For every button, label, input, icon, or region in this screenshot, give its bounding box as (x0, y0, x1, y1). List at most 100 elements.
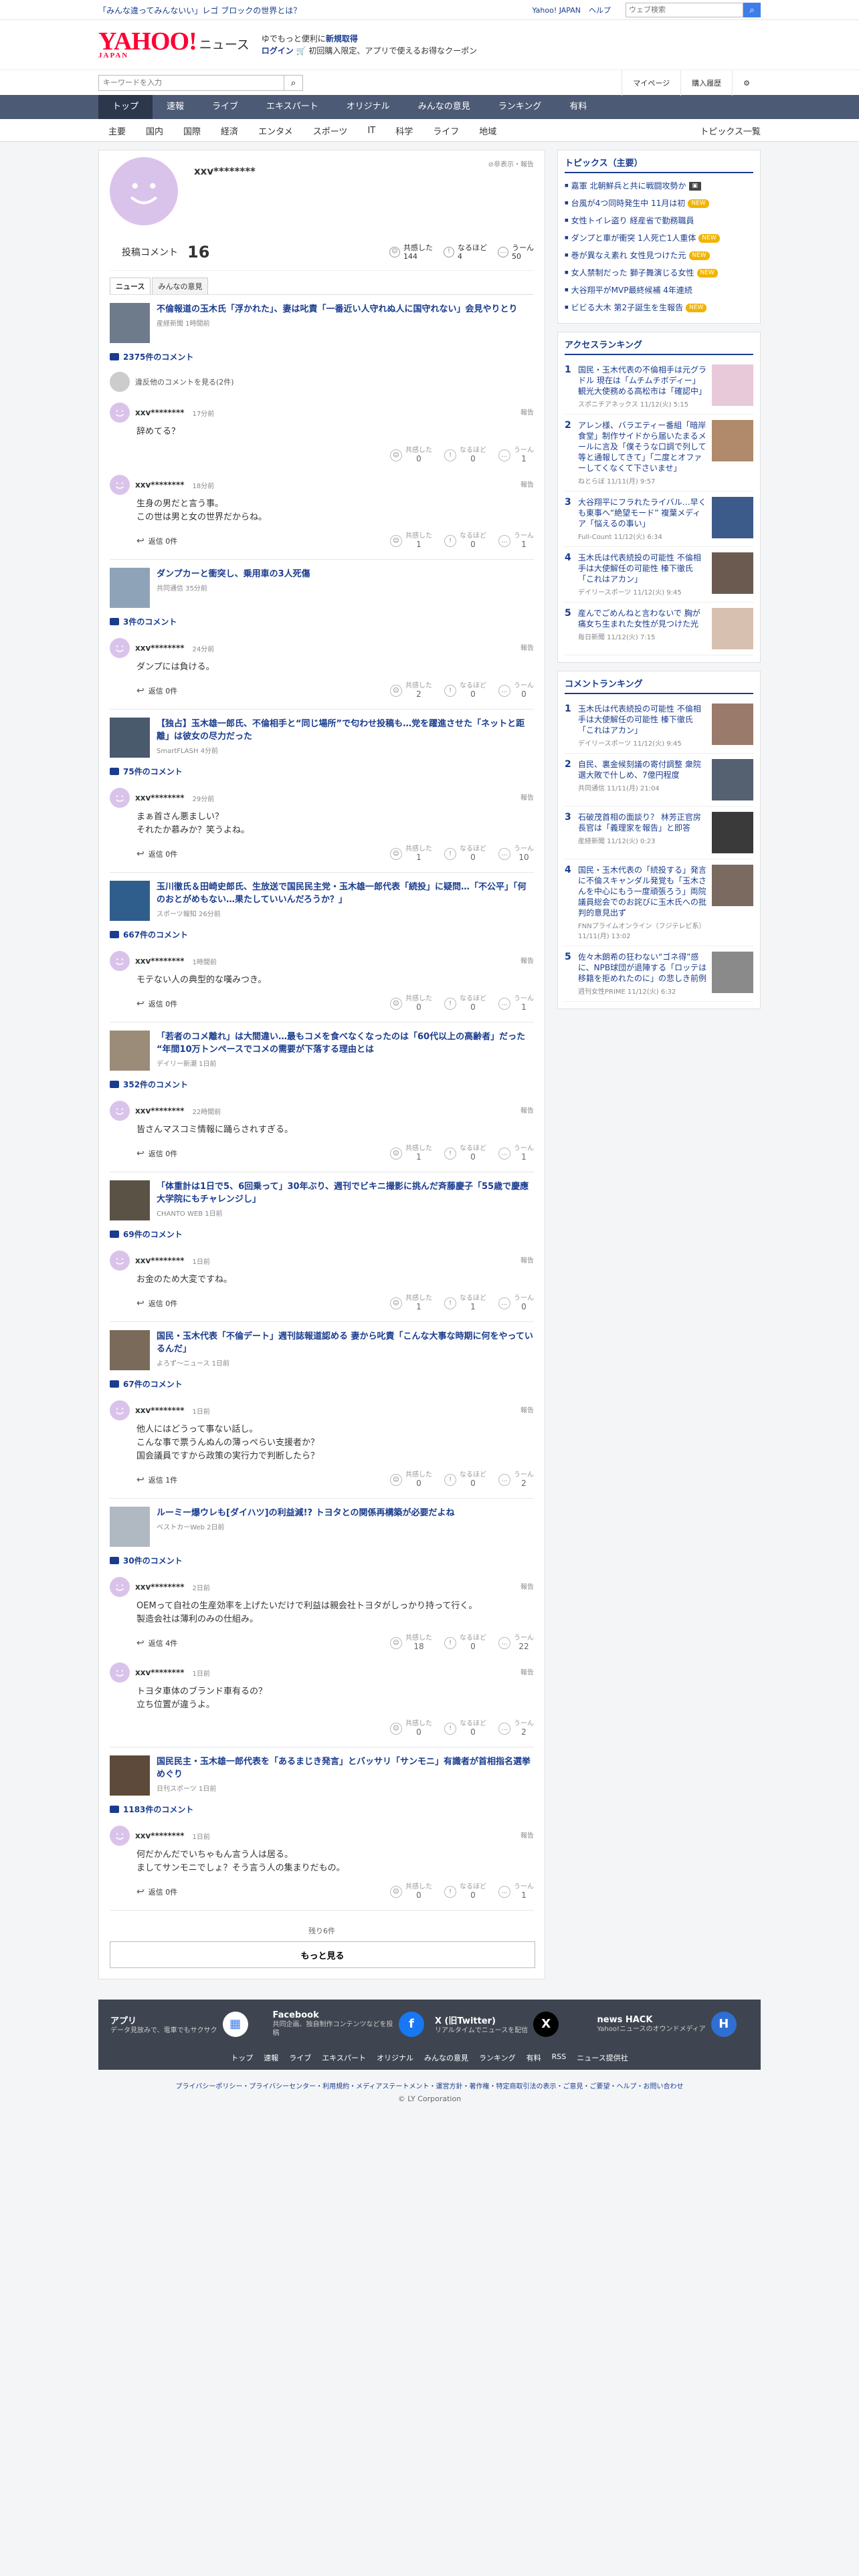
report-link[interactable]: 報告 (520, 1830, 534, 1840)
hmm-button[interactable]: … うーん 0 (498, 682, 534, 700)
replies-link[interactable]: ↩ 返信 0件 (136, 998, 177, 1009)
article-title[interactable]: 国民民主・玉木雄一郎代表を「あるまじき発言」とバッサリ「サンモニ」有識者が首相指… (157, 1757, 531, 1780)
empathy-button[interactable]: ☺ 共感した 1 (390, 1295, 432, 1312)
footer-nav-link[interactable]: オリジナル (377, 2052, 413, 2063)
ranking-item[interactable]: 4 玉木氏は代表続投の可能性 不倫相手は大使解任の可能性 榛下徹氏「これはアカン」… (565, 547, 753, 603)
topic-link[interactable]: 大谷翔平がMVP最終候補 4年連続 (565, 282, 753, 299)
replies-link[interactable]: ↩ 返信 0件 (136, 1887, 177, 1897)
purchase-history-link[interactable]: 購入履歴 (680, 70, 732, 96)
replies-link[interactable]: ↩ 返信 0件 (136, 849, 177, 859)
comment-count-link[interactable]: 352件のコメント (110, 1079, 534, 1090)
naruhodo-button[interactable]: ! なるほど 0 (444, 1471, 486, 1489)
ranking-item[interactable]: 2 アレン様、バラエティー番組「暗岸食堂」制作サイドから届いたまるメールに言及「僕… (565, 415, 753, 492)
ranking-item[interactable]: 1 玉木氏は代表続投の可能性 不倫相手は大使解任の可能性 榛下徹氏「これはアカン」… (565, 698, 753, 754)
hmm-button[interactable]: … うーん 1 (498, 1145, 534, 1162)
report-link[interactable]: 報告 (520, 1255, 534, 1265)
login-link[interactable]: ログイン (262, 46, 294, 56)
footer-nav-link[interactable]: ライブ (289, 2052, 311, 2063)
web-search-input[interactable] (626, 3, 743, 17)
naruhodo-button[interactable]: ! なるほど 0 (444, 1634, 486, 1652)
article-title[interactable]: 玉川徹氏＆田崎史郎氏、生放送で国民民主党・玉木雄一郎代表「続投」に疑問…「不公平… (157, 882, 527, 905)
nav-tab[interactable]: 有料 (555, 95, 601, 119)
article-thumbnail[interactable] (110, 1180, 150, 1220)
hmm-button[interactable]: … うーん 0 (498, 1295, 534, 1312)
footer-app-link[interactable]: アプリ データ見放みで、電車でもサクサク ▦ (110, 2010, 262, 2038)
ranking-item[interactable]: 3 石破茂首相の面談り？ 林芳正官房長官は「義理家を報告」と即答 産経新聞 11/1… (565, 807, 753, 859)
subnav-tab[interactable]: エンタメ (248, 124, 303, 137)
subnav-tab[interactable]: ライフ (423, 124, 469, 137)
keyword-search-button[interactable]: ⌕ (284, 75, 303, 91)
replies-link[interactable]: ↩ 返信 0件 (136, 685, 177, 696)
subnav-tab[interactable]: 主要 (98, 124, 136, 137)
avatar[interactable] (110, 403, 130, 423)
avatar[interactable] (110, 1826, 130, 1846)
article-thumbnail[interactable] (110, 881, 150, 921)
empathy-button[interactable]: ☺ 共感した 1 (390, 532, 432, 550)
empathy-button[interactable]: ☺ 共感した 2 (390, 682, 432, 700)
comment-count-link[interactable]: 2375件のコメント (110, 351, 534, 362)
comment-count-link[interactable]: 3件のコメント (110, 616, 534, 627)
hidden-comments-link[interactable]: 違反他のコメントを見る(2件) (110, 372, 534, 392)
comment-author[interactable]: xxv******** (135, 1106, 185, 1115)
topics-list-link[interactable]: トピックス一覧 (700, 124, 761, 137)
nav-tab[interactable]: エキスパート (252, 95, 332, 119)
article-title[interactable]: 「若者のコメ離れ」は大間違い…最もコメを食べなくなったのは「60代以上の高齢者」… (157, 1032, 525, 1055)
nav-tab[interactable]: トップ (98, 95, 153, 119)
topic-link[interactable]: 巻が異なえ素れ 女性見つけた元NEW (565, 247, 753, 264)
comment-author[interactable]: xxv******** (135, 1256, 185, 1265)
report-link[interactable]: 報告 (520, 407, 534, 417)
report-link[interactable]: 報告 (520, 1404, 534, 1414)
empathy-button[interactable]: ☺ 共感した 18 (390, 1634, 432, 1652)
report-link[interactable]: 報告 (520, 1581, 534, 1591)
footer-nav-link[interactable]: トップ (231, 2052, 253, 2063)
subnav-tab[interactable]: 経済 (211, 124, 248, 137)
comment-author[interactable]: xxv******** (135, 1582, 185, 1592)
replies-link[interactable]: ↩ 返信 0件 (136, 1148, 177, 1159)
hmm-button[interactable]: … うーん 1 (498, 447, 534, 464)
footer-x-link[interactable]: X (旧Twitter) リアルタイムでニュースを配信 X (435, 2010, 587, 2038)
subnav-tab[interactable]: 国内 (136, 124, 173, 137)
comment-author[interactable]: xxv******** (135, 956, 185, 966)
ranking-item[interactable]: 5 産んでごめんねと言わないで 胸が痛女ち生まれた女性が見つけた光 毎日新聞 11/… (565, 603, 753, 655)
naruhodo-button[interactable]: ! なるほど 0 (444, 995, 486, 1012)
report-link[interactable]: 報告 (520, 792, 534, 802)
hmm-button[interactable]: … うーん 22 (498, 1634, 534, 1652)
comment-author[interactable]: xxv******** (135, 1831, 185, 1840)
comment-author[interactable]: xxv******** (135, 643, 185, 653)
avatar[interactable] (110, 638, 130, 658)
comment-author[interactable]: xxv******** (135, 480, 185, 490)
footer-nav-link[interactable]: RSS (552, 2052, 567, 2063)
keyword-search-input[interactable] (98, 75, 284, 91)
report-link[interactable]: 報告 (520, 1667, 534, 1677)
report-link[interactable]: 報告 (520, 955, 534, 965)
avatar[interactable] (110, 1662, 130, 1683)
avatar[interactable] (110, 475, 130, 495)
comment-author[interactable]: xxv******** (135, 1668, 185, 1677)
footer-nav-link[interactable]: エキスパート (322, 2052, 366, 2063)
naruhodo-button[interactable]: ! なるほど 0 (444, 532, 486, 550)
subnav-tab[interactable]: スポーツ (303, 124, 358, 137)
comment-author[interactable]: xxv******** (135, 793, 185, 802)
ranking-item[interactable]: 4 国民・玉木代表の「続投する」発言に不倫スキャンダル発覚も「玉木さんを中心にもう… (565, 859, 753, 946)
top-promo-link[interactable]: 「みんな違ってみんないい」レゴ ブロックの世界とは？ (98, 5, 532, 16)
empathy-button[interactable]: ☺ 共感した 1 (390, 845, 432, 863)
article-title[interactable]: ダンプカーと衝突し、乗用車の3人死傷 (157, 569, 310, 579)
tab-opinions[interactable]: みんなの意見 (152, 278, 209, 294)
article-thumbnail[interactable] (110, 1330, 150, 1370)
nav-tab[interactable]: ライブ (198, 95, 252, 119)
replies-link[interactable]: ↩ 返信 1件 (136, 1475, 177, 1485)
footer-newshack-link[interactable]: news HACK Yahoo!ニュースのオウンドメディア H (597, 2010, 749, 2038)
comment-count-link[interactable]: 667件のコメント (110, 929, 534, 940)
report-link[interactable]: 報告 (520, 642, 534, 652)
avatar[interactable] (110, 1577, 130, 1597)
naruhodo-button[interactable]: ! なるほど 0 (444, 1145, 486, 1162)
avatar[interactable] (110, 1400, 130, 1420)
comment-author[interactable]: xxv******** (135, 1406, 185, 1415)
hmm-button[interactable]: … うーん 1 (498, 995, 534, 1012)
footer-facebook-link[interactable]: Facebook 共同企画、独自制作コンテンツなどを投稿 f (273, 2010, 424, 2038)
ranking-item[interactable]: 1 国民・玉木代表の不倫相手は元グラドル 現在は「ムチムチボディー」観光大使務める… (565, 359, 753, 415)
ranking-item[interactable]: 2 自民、裏金候刻議の寄付調整 衆院選大敗で什しめ、7億円程度 共同通信 11/11… (565, 754, 753, 807)
article-thumbnail[interactable] (110, 1031, 150, 1071)
article-thumbnail[interactable] (110, 568, 150, 608)
subnav-tab[interactable]: 地域 (469, 124, 506, 137)
